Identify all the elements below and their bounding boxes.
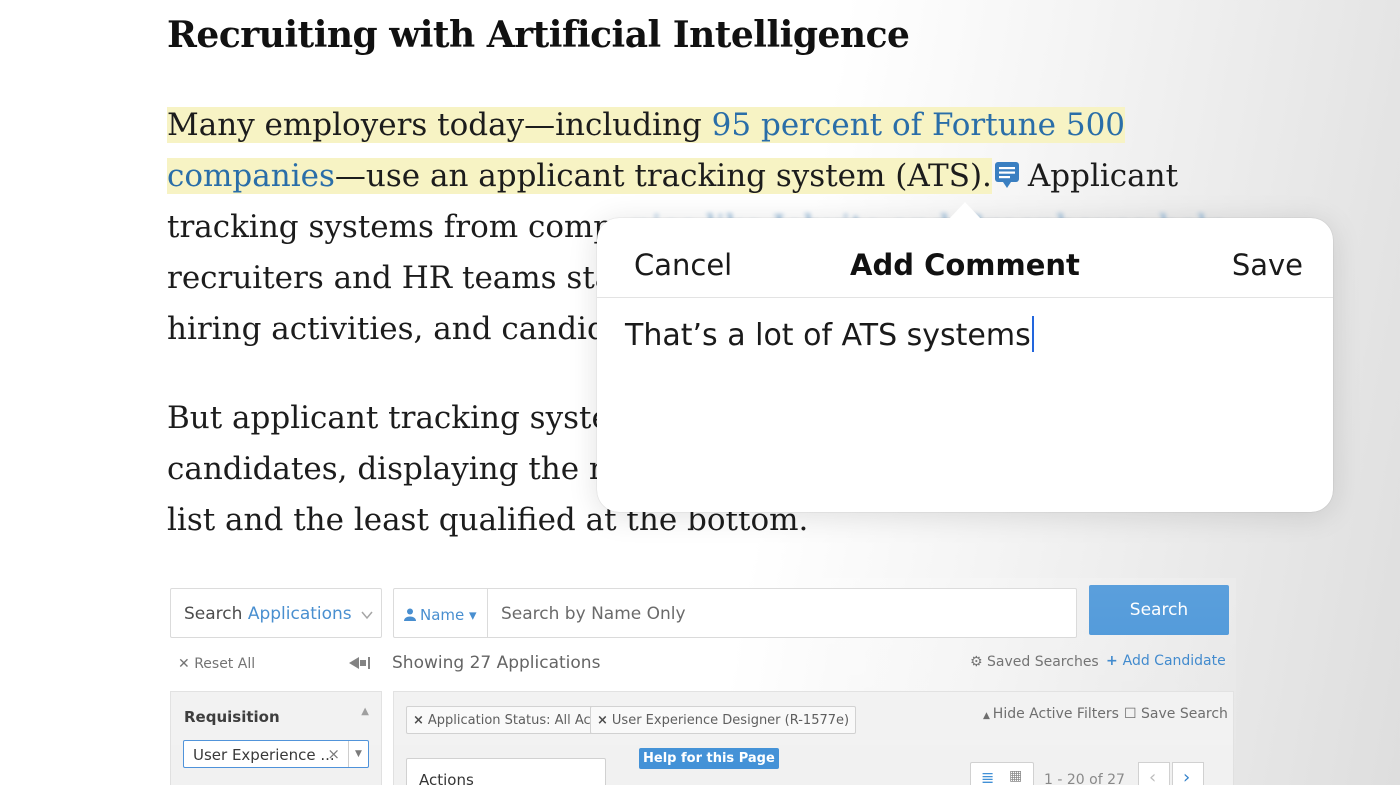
highlighted-text-2: companies—use an applicant tracking syst… — [167, 158, 992, 194]
search-button[interactable]: Search — [1089, 585, 1229, 635]
caret-up-icon[interactable]: ▲ — [361, 706, 369, 717]
comment-text: That’s a lot of ATS systems — [625, 318, 1031, 353]
caret-up-icon: ▲ — [983, 711, 993, 721]
chevron-down-icon — [361, 611, 373, 620]
add-candidate-link[interactable]: + Add Candidate — [1106, 653, 1226, 669]
search-field[interactable]: Name ▾ Search by Name Only — [393, 588, 1077, 638]
checkbox-icon: ☐ — [1124, 706, 1142, 722]
save-button[interactable]: Save — [1232, 248, 1303, 282]
ats-screenshot: Search Applications Name ▾ Search by Nam… — [166, 578, 1236, 785]
filter-panel: Requisition ▲ User Experience ... × ▼ — [170, 691, 382, 785]
results-panel: × Application Status: All Active × User Ex… — [393, 691, 1234, 785]
remove-chip-icon[interactable]: × — [413, 713, 424, 728]
help-badge[interactable]: Help for this Page — [639, 748, 779, 769]
search-applications-select[interactable]: Search Applications — [170, 588, 382, 638]
clear-icon[interactable]: × — [327, 745, 340, 763]
article-title: Recruiting with Artificial Intelligence — [167, 14, 910, 56]
results-count: Showing 27 Applications — [392, 653, 601, 673]
previous-page-button[interactable]: ‹ — [1138, 762, 1170, 785]
requisition-select[interactable]: User Experience ... × ▼ — [183, 740, 369, 768]
name-dropdown[interactable]: Name ▾ — [394, 589, 488, 637]
reset-all-link[interactable]: ✕ Reset All — [178, 656, 255, 672]
next-page-button[interactable]: › — [1172, 762, 1204, 785]
chevron-left-icon: ‹ — [1149, 767, 1157, 785]
chevron-right-icon: › — [1183, 767, 1191, 785]
remove-chip-icon[interactable]: × — [597, 713, 608, 728]
add-comment-popover: Cancel Add Comment Save That’s a lot of … — [597, 202, 1333, 512]
popover-header: Cancel Add Comment Save — [597, 218, 1333, 298]
companies-link[interactable]: companies — [167, 158, 335, 194]
pager-text: 1 - 20 of 27 — [1044, 772, 1125, 785]
list-view-icon[interactable]: ≣ — [981, 768, 994, 785]
user-icon — [404, 608, 416, 621]
grid-view-icon[interactable]: ▦ — [1009, 768, 1022, 784]
popover-arrow — [949, 202, 981, 219]
paragraph-1-line-1: Many employers today—including 95 percen… — [167, 100, 1227, 151]
highlighted-text: Many employers today—including 95 percen… — [167, 107, 1126, 143]
comment-marker-icon[interactable] — [994, 161, 1020, 189]
hide-active-filters-link[interactable]: ▲ Hide Active Filters — [983, 706, 1119, 722]
plus-icon: + — [1106, 653, 1123, 669]
comment-textarea[interactable]: That’s a lot of ATS systems — [597, 298, 1333, 512]
fortune-500-link[interactable]: 95 percent of Fortune 500 — [712, 107, 1125, 143]
view-toggle[interactable]: ≣ ▦ — [970, 762, 1034, 785]
search-input[interactable]: Search by Name Only — [501, 604, 686, 624]
filter-chip-requisition[interactable]: × User Experience Designer (R-1577e) — [590, 706, 857, 734]
saved-searches-link[interactable]: ⚙ Saved Searches — [970, 654, 1099, 670]
paragraph-1-line-2: companies—use an applicant tracking syst… — [167, 158, 1179, 194]
close-icon: ✕ — [178, 656, 195, 672]
save-search-checkbox[interactable]: ☐ Save Search — [1124, 706, 1228, 722]
collapse-sidebar-icon[interactable] — [349, 656, 371, 670]
text-cursor — [1031, 316, 1034, 352]
gear-icon: ⚙ — [970, 654, 988, 670]
requisition-label: Requisition — [184, 708, 280, 726]
actions-select[interactable]: Actions — [406, 758, 606, 785]
dropdown-arrow-icon[interactable]: ▼ — [348, 741, 368, 767]
popover-title: Add Comment — [850, 248, 1080, 282]
